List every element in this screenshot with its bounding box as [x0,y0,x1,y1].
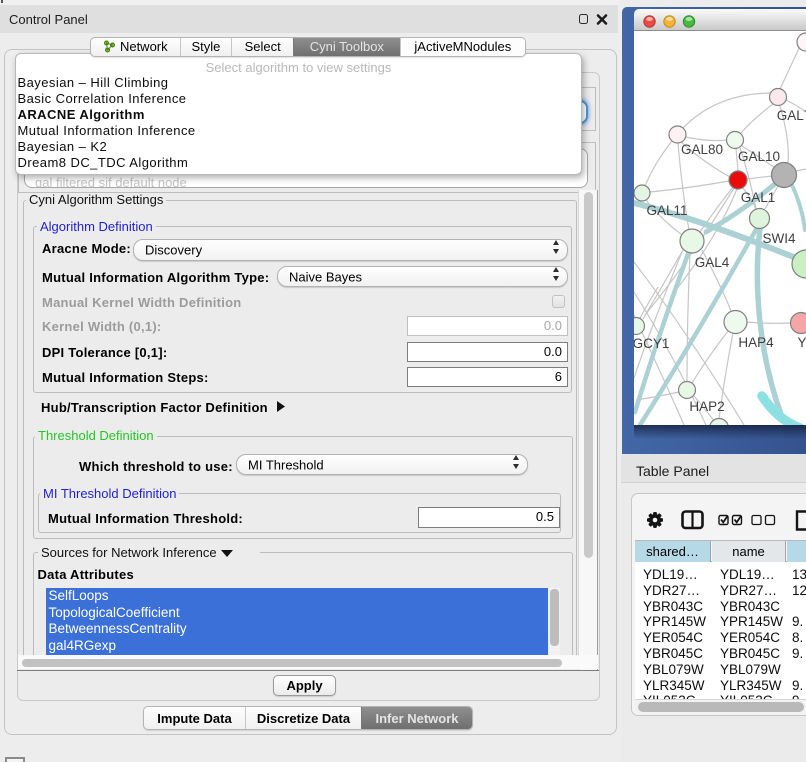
svg-text:HAP4: HAP4 [738,335,774,350]
svg-text:GAL11: GAL11 [646,203,687,218]
svg-text:GAL80: GAL80 [681,142,723,157]
svg-text:GAL10: GAL10 [738,149,780,164]
svg-text:GAL7: GAL7 [777,108,806,123]
svg-text:GCY1: GCY1 [634,336,669,351]
svg-text:GAL1: GAL1 [741,190,776,205]
svg-text:HAP2: HAP2 [689,399,724,414]
svg-text:SWI4: SWI4 [762,231,795,246]
svg-text:GAL4: GAL4 [695,255,730,270]
svg-text:Y: Y [797,335,806,350]
